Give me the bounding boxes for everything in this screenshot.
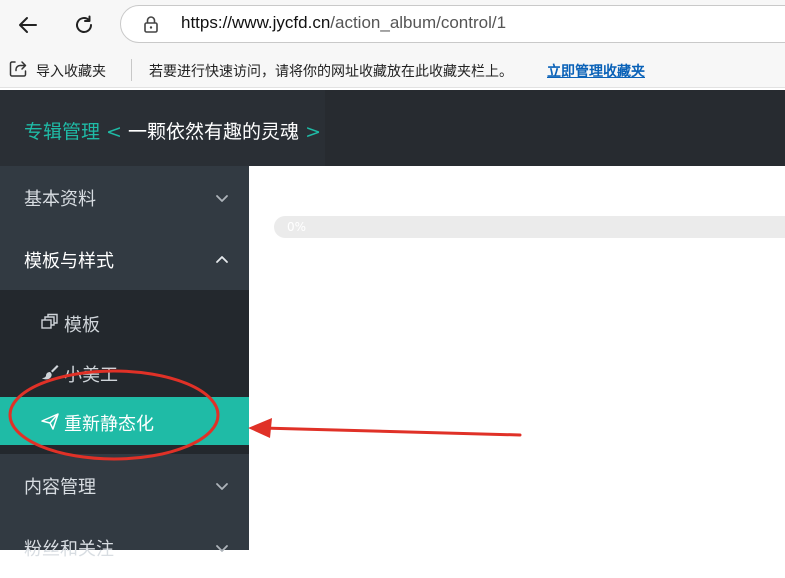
- open-bracket: <: [100, 121, 129, 143]
- back-arrow-icon: [19, 17, 37, 33]
- sidebar-item-label: 模板与样式: [24, 251, 114, 272]
- chevron-down-icon: [216, 195, 228, 202]
- sidebar-subitem-label: 小美工: [64, 365, 118, 386]
- page-title: 专辑管理 < 一颗依然有趣的灵魂 >: [24, 117, 321, 144]
- sidebar-subitem-template[interactable]: 模板: [0, 298, 249, 346]
- favorites-hint-text: 若要进行快速访问，请将你的网址收藏放在此收藏夹栏上。: [149, 64, 513, 80]
- progress-label: 0%: [287, 220, 307, 234]
- favorites-bar: 导入收藏夹 若要进行快速访问，请将你的网址收藏放在此收藏夹栏上。 立即管理收藏夹: [0, 50, 785, 88]
- sidebar-item-content[interactable]: 内容管理: [0, 454, 249, 516]
- url-path: /action_album/control/1: [330, 13, 507, 32]
- close-bracket: >: [299, 121, 321, 143]
- sidebar-subitem-label: 重新静态化: [64, 414, 154, 435]
- section-title[interactable]: 专辑管理: [24, 121, 100, 143]
- refresh-icon: [76, 15, 92, 33]
- refresh-button[interactable]: [67, 8, 101, 42]
- header-shade: [325, 90, 785, 166]
- lock-icon: [144, 16, 158, 33]
- manage-favorites-link[interactable]: 立即管理收藏夹: [547, 61, 645, 81]
- sidebar-item-label: 基本资料: [24, 189, 96, 210]
- import-favorites-icon: [9, 61, 27, 77]
- browser-toolbar: https://www.jycfd.cn/action_album/contro…: [0, 0, 785, 50]
- url-text[interactable]: https://www.jycfd.cn/action_album/contro…: [181, 13, 506, 33]
- album-name: 一颗依然有趣的灵魂: [128, 121, 300, 143]
- sidebar-item-template-style[interactable]: 模板与样式: [0, 228, 249, 290]
- sidebar-item-basic-info[interactable]: 基本资料: [0, 166, 249, 228]
- sidebar-item-fans[interactable]: 粉丝和关注: [0, 516, 249, 578]
- template-icon: [41, 313, 58, 329]
- sidebar-subitem-label: 模板: [64, 315, 100, 336]
- favorites-divider: [131, 59, 132, 81]
- sidebar-subitem-restaticize[interactable]: 重新静态化: [0, 397, 249, 445]
- brush-icon: [42, 365, 59, 380]
- page-header: 专辑管理 < 一颗依然有趣的灵魂 >: [0, 90, 785, 166]
- progress-bar: 0%: [274, 216, 785, 238]
- chevron-down-icon: [216, 545, 228, 552]
- sidebar-item-label: 粉丝和关注: [24, 539, 114, 560]
- paper-plane-icon: [41, 413, 59, 430]
- sidebar-item-label: 内容管理: [24, 477, 96, 498]
- chevron-up-icon: [216, 256, 228, 263]
- import-favorites-button[interactable]: 导入收藏夹: [36, 61, 106, 81]
- back-button[interactable]: [11, 8, 45, 42]
- chevron-down-icon: [216, 483, 228, 490]
- url-domain: https://www.jycfd.cn: [181, 13, 331, 32]
- sidebar-subitem-designer[interactable]: 小美工: [0, 348, 249, 396]
- address-bar[interactable]: https://www.jycfd.cn/action_album/contro…: [120, 5, 785, 43]
